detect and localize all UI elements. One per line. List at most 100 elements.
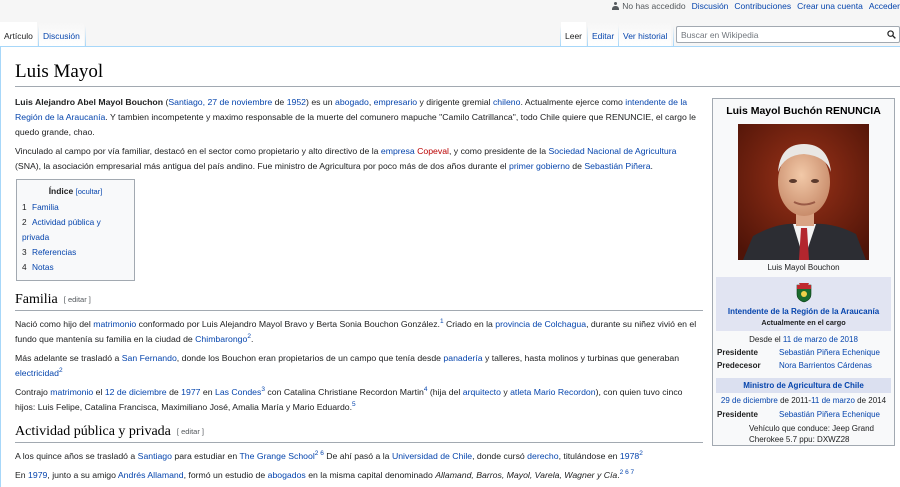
link-chileno[interactable]: chileno xyxy=(493,97,521,107)
reference-link[interactable]: 5 xyxy=(352,401,356,408)
familia-paragraph-1: Nació como hijo del matrimonio conformad… xyxy=(15,317,703,347)
reference-link[interactable]: 2 xyxy=(59,367,63,374)
link-abogado[interactable]: abogado xyxy=(335,97,369,107)
link-year[interactable]: 1978 xyxy=(620,451,639,461)
talk-link[interactable]: Discusión xyxy=(692,1,729,11)
link-derecho[interactable]: derecho xyxy=(527,451,558,461)
link-pinera[interactable]: Sebastián Piñera xyxy=(584,161,650,171)
login-link[interactable]: Acceder xyxy=(869,1,900,11)
edit-section-link[interactable]: [ editar ] xyxy=(64,295,91,304)
link-empresa[interactable]: empresa xyxy=(381,146,415,156)
article-body: Luis Alejandro Abel Mayol Bouchon (Santi… xyxy=(15,95,703,487)
office-dates: 29 de diciembre de 2011-11 de marzo de 2… xyxy=(713,393,894,408)
link-arquitecto[interactable]: arquitecto xyxy=(463,387,501,397)
edit-section-link[interactable]: [ editar ] xyxy=(177,427,204,436)
toc-item[interactable]: 2 Actividad pública y privada xyxy=(22,215,129,245)
link-grange-school[interactable]: The Grange School xyxy=(239,451,314,461)
portrait-image[interactable] xyxy=(738,124,869,260)
president-link[interactable]: Sebastián Piñera Echenique xyxy=(779,409,890,420)
link-allamand[interactable]: Andrés Allamand xyxy=(118,470,184,480)
reference-link[interactable]: 2 6 7 xyxy=(620,469,634,476)
link-san-fernando[interactable]: San Fernando xyxy=(122,353,177,363)
link-year[interactable]: 1952 xyxy=(287,97,306,107)
text: para estudiar en xyxy=(171,451,240,461)
link-sna[interactable]: Sociedad Nacional de Agricultura xyxy=(548,146,676,156)
link-matrimonio[interactable]: matrimonio xyxy=(50,387,93,397)
text: , titulándose en xyxy=(558,451,620,461)
link-panaderia[interactable]: panadería xyxy=(443,353,482,363)
portrait-caption: Luis Mayol Bouchon xyxy=(767,263,840,272)
firm-name: Allamand, Barros, Mayol, Varela, Wagner … xyxy=(435,470,618,480)
since-date-link[interactable]: 11 de marzo de 2018 xyxy=(783,335,858,344)
content-area: Luis Mayol Luis Alejandro Abel Mayol Bou… xyxy=(0,46,900,487)
link-universidad[interactable]: Universidad de Chile xyxy=(392,451,472,461)
link-matrimonio[interactable]: matrimonio xyxy=(93,319,136,329)
text: Contrajo xyxy=(15,387,51,397)
link-chimbarongo[interactable]: Chimbarongo xyxy=(195,334,247,344)
text: . Actualmente ejerce como xyxy=(520,97,626,107)
link-year[interactable]: 1979 xyxy=(28,470,47,480)
office-link-intendente[interactable]: Intendente de la Región de la Araucanía xyxy=(728,307,879,316)
text: (hija del xyxy=(427,387,463,397)
subject-name: Luis Alejandro Abel Mayol Bouchon xyxy=(15,97,164,107)
link-empresario[interactable]: empresario xyxy=(374,97,417,107)
text: A los quince años se trasladó a xyxy=(15,451,138,461)
date-link[interactable]: 11 de marzo xyxy=(811,396,855,405)
section-heading-actividad: Actividad pública y privada [ editar ] xyxy=(15,423,703,443)
toc-toggle[interactable]: [ocultar] xyxy=(76,187,103,196)
not-logged-in-label: No has accedido xyxy=(622,1,686,11)
office-header-ministro: Ministro de Agricultura de Chile xyxy=(716,378,891,393)
tab-history[interactable]: Ver historial xyxy=(619,22,672,46)
create-account-link[interactable]: Crear una cuenta xyxy=(797,1,863,11)
search-icon[interactable] xyxy=(887,30,896,39)
link-colchagua[interactable]: provincia de Colchagua xyxy=(495,319,586,329)
link-electricidad[interactable]: electricidad xyxy=(15,368,59,378)
text: . xyxy=(250,334,254,344)
toc-item[interactable]: 4 Notas xyxy=(22,260,129,275)
personal-tools: No has accedido Discusión Contribuciones… xyxy=(612,0,900,12)
heading-text: Actividad pública y privada xyxy=(15,424,171,439)
tab-read[interactable]: Leer xyxy=(561,22,587,46)
toc-link-familia[interactable]: Familia xyxy=(32,202,59,212)
link-year[interactable]: 1977 xyxy=(181,387,200,397)
office-link-ministro[interactable]: Ministro de Agricultura de Chile xyxy=(743,381,864,390)
reference-link[interactable]: 2 6 xyxy=(315,450,324,457)
link-birthplace-date[interactable]: Santiago, 27 de noviembre xyxy=(168,97,272,107)
infobox-row-president-2: Presidente Sebastián Piñera Echenique xyxy=(713,408,894,421)
toc-item[interactable]: 1 Familia xyxy=(22,200,129,215)
link-abogados[interactable]: abogados xyxy=(268,470,306,480)
link-santiago[interactable]: Santiago xyxy=(138,451,172,461)
toc-number: 1 xyxy=(22,202,27,212)
link-las-condes[interactable]: Las Condes xyxy=(215,387,261,397)
redlink-copeval[interactable]: Copeval xyxy=(417,146,449,156)
tab-divider xyxy=(673,26,674,46)
toc-link-referencias[interactable]: Referencias xyxy=(32,247,76,257)
text: . Y tambien incompetente y maximo respon… xyxy=(15,112,696,137)
president-link[interactable]: Sebastián Piñera Echenique xyxy=(779,347,890,358)
toc-number: 4 xyxy=(22,262,27,272)
link-atleta[interactable]: atleta xyxy=(510,387,531,397)
link-primer-gobierno[interactable]: primer gobierno xyxy=(509,161,570,171)
date-link[interactable]: 29 de diciembre xyxy=(721,396,778,405)
page-title: Luis Mayol xyxy=(15,61,900,87)
tab-talk[interactable]: Discusión xyxy=(39,22,84,46)
toc-link-notas[interactable]: Notas xyxy=(32,262,54,272)
text: de 2011- xyxy=(777,396,812,405)
reference-link[interactable]: 2 xyxy=(639,450,643,457)
office-header-intendente: Intendente de la Región de la Araucanía … xyxy=(716,277,891,331)
contributions-link[interactable]: Contribuciones xyxy=(734,1,791,11)
predecessor-link[interactable]: Nora Barrientos Cárdenas xyxy=(779,360,890,371)
text: y talleres, hasta molinos y turbinas que… xyxy=(482,353,680,363)
link-mario-recordon[interactable]: Mario Recordon xyxy=(534,387,596,397)
tab-edit[interactable]: Editar xyxy=(588,22,619,46)
search-input[interactable]: Buscar en Wikipedia xyxy=(676,26,900,43)
text: Nació como hijo del xyxy=(15,319,94,329)
toc-link-actividad[interactable]: Actividad pública y privada xyxy=(22,217,101,242)
coat-of-arms-icon xyxy=(796,283,811,303)
since-label: Desde el xyxy=(749,335,783,344)
text: , donde cursó xyxy=(472,451,528,461)
toc-item[interactable]: 3 Referencias xyxy=(22,245,129,260)
link-date[interactable]: 12 de diciembre xyxy=(105,387,167,397)
text: , donde los Bouchon eran propietarios de… xyxy=(176,353,444,363)
tab-article[interactable]: Artículo xyxy=(0,22,37,46)
